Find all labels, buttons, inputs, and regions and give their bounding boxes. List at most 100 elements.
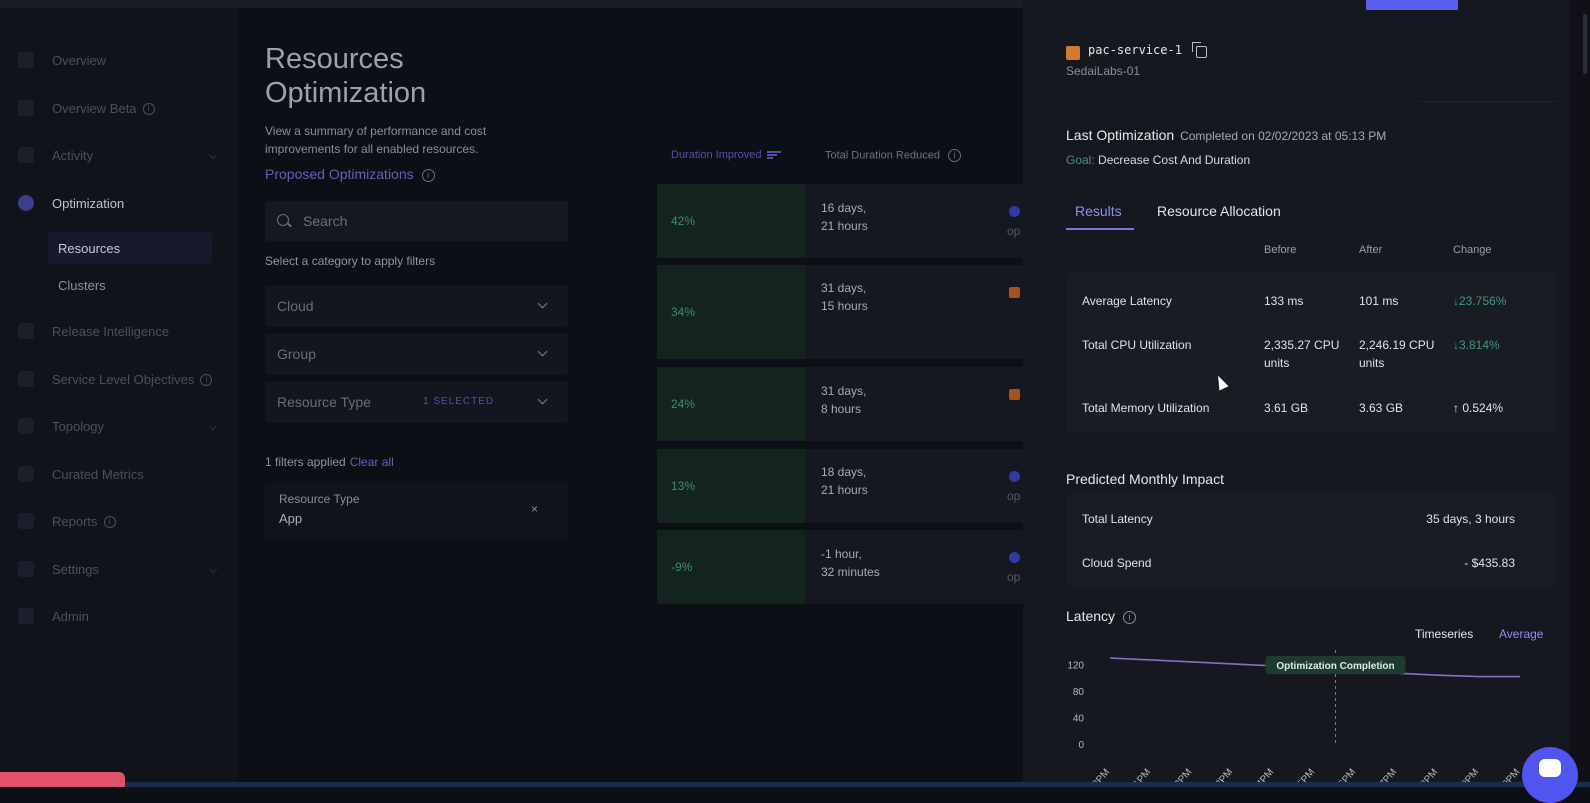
copy-icon[interactable] — [1196, 46, 1207, 58]
table-row[interactable]: 34% 31 days,15 hours — [657, 265, 1027, 359]
info-icon[interactable]: i — [104, 516, 116, 528]
topology-icon — [18, 418, 34, 434]
metric-change: ↓3.814% — [1453, 336, 1500, 354]
sidebar-item-label: Service Level Objectives — [52, 372, 194, 387]
group-filter-select[interactable]: Group — [265, 333, 568, 375]
sidebar-subitem-resources[interactable]: Resources — [48, 232, 212, 264]
sidebar-item-curated-metrics[interactable]: Curated Metrics — [0, 458, 238, 490]
selected-count-badge: 1 SELECTED — [423, 396, 494, 407]
metric-change: ↓23.756% — [1453, 292, 1506, 310]
y-tick-label: 0 — [1078, 740, 1084, 751]
metric-name: Total CPU Utilization — [1082, 336, 1191, 354]
column-header-total-duration-reduced[interactable]: Total Duration Reduced i — [825, 149, 961, 162]
toggle-average[interactable]: Average — [1499, 627, 1543, 641]
duration-line: 21 hours — [821, 219, 868, 233]
resource-type-filter-select[interactable]: Resource Type 1 SELECTED — [265, 381, 568, 423]
admin-icon — [18, 608, 34, 624]
sidebar-item-activity[interactable]: Activity — [0, 139, 238, 171]
status-icon — [1009, 552, 1020, 563]
sidebar-item-release-intelligence[interactable]: Release Intelligence — [0, 315, 238, 347]
overview-beta-icon — [18, 100, 34, 116]
app-service-icon — [1066, 46, 1080, 60]
gear-icon — [18, 561, 34, 577]
sidebar-subitem-clusters[interactable]: Clusters — [48, 269, 212, 301]
reports-icon — [18, 513, 34, 529]
sidebar-item-admin[interactable]: Admin — [0, 600, 238, 632]
header-label: Total Duration Reduced — [825, 149, 940, 161]
sidebar-item-slo[interactable]: Service Level Objectives i — [0, 363, 238, 395]
last-optimization-detail: Completed on 02/02/2023 at 05:13 PM — [1180, 129, 1386, 143]
y-tick-label: 40 — [1073, 714, 1085, 725]
impact-label: Total Latency — [1082, 512, 1153, 526]
sidebar-item-label: Topology — [52, 419, 104, 434]
filter-label: Resource Type — [277, 394, 371, 410]
sidebar-item-optimization[interactable]: Optimization — [0, 187, 238, 219]
sidebar-item-topology[interactable]: Topology — [0, 410, 238, 442]
info-icon[interactable]: i — [422, 169, 435, 182]
table-row[interactable]: 24% 31 days,8 hours — [657, 367, 1027, 441]
table-row[interactable]: 42% 16 days,21 hours op — [657, 184, 1027, 258]
search-icon — [277, 214, 289, 226]
sidebar-item-label: Admin — [52, 609, 89, 624]
chevron-down-icon — [209, 151, 217, 159]
sidebar-item-overview[interactable]: Overview — [0, 44, 238, 76]
search-input[interactable] — [301, 211, 551, 231]
close-icon[interactable]: × — [531, 502, 538, 516]
duration-improved-cell: 34% — [657, 265, 805, 359]
info-icon[interactable]: i — [1123, 611, 1136, 624]
duration-line: 16 days, — [821, 201, 866, 215]
column-header-before: Before — [1264, 244, 1296, 256]
scrollbar-thumb[interactable] — [1583, 14, 1587, 74]
page-description: View a summary of performance and cost i… — [265, 122, 535, 158]
duration-line: 21 hours — [821, 483, 868, 497]
filters-applied: 1 filters applied Clear all — [265, 455, 394, 469]
sidebar-item-reports[interactable]: Reports i — [0, 505, 238, 537]
impact-label: Cloud Spend — [1082, 556, 1151, 570]
info-icon[interactable]: i — [200, 374, 212, 386]
info-icon[interactable]: i — [143, 103, 155, 115]
metric-name: Average Latency — [1082, 292, 1172, 310]
row-op-text: op — [1007, 224, 1020, 238]
latency-chart: 0408012012PM1PM2PM3PM4PM5PM6PM7PM8PM9PM1… — [1060, 650, 1550, 787]
goal: Goal: Decrease Cost And Duration — [1066, 153, 1250, 167]
filter-label: Group — [277, 346, 316, 362]
scrollbar-track[interactable] — [1570, 0, 1590, 787]
column-header-after: After — [1359, 244, 1382, 256]
sidebar-item-label: Reports — [52, 514, 98, 529]
chat-button[interactable] — [1522, 747, 1578, 803]
row-op-text: op — [1007, 489, 1020, 503]
chevron-down-icon — [209, 565, 217, 573]
metric-after: 3.63 GB — [1359, 399, 1403, 417]
search-field[interactable] — [265, 201, 568, 241]
toggle-timeseries[interactable]: Timeseries — [1415, 627, 1473, 641]
sidebar-item-label: Overview — [52, 53, 106, 68]
panel-top-accent — [1366, 0, 1458, 10]
impact-value: - $435.83 — [1464, 556, 1515, 570]
chevron-down-icon — [538, 395, 548, 405]
cloud-filter-select[interactable]: Cloud — [265, 285, 568, 327]
activity-icon — [18, 147, 34, 163]
clear-all-link[interactable]: Clear all — [350, 455, 394, 469]
latency-title: Latency i — [1066, 608, 1136, 624]
proposed-optimizations-link[interactable]: Proposed Optimizationsi — [265, 166, 435, 182]
table-row[interactable]: 13% 18 days,21 hours op — [657, 449, 1027, 523]
filters-applied-text: 1 filters applied — [265, 455, 346, 469]
status-icon — [1009, 206, 1020, 217]
table-row[interactable]: -9% -1 hour,32 minutes op — [657, 530, 1027, 604]
duration-reduced-cell: 18 days,21 hours — [821, 463, 868, 499]
optimization-icon — [18, 195, 34, 211]
tab-results[interactable]: Results — [1075, 203, 1122, 219]
sidebar-item-label: Curated Metrics — [52, 467, 144, 482]
status-icon — [1009, 471, 1020, 482]
goal-label: Goal: — [1066, 153, 1095, 167]
column-header-duration-improved[interactable]: Duration Improved — [671, 149, 781, 161]
sidebar-item-settings[interactable]: Settings — [0, 553, 238, 585]
latency-label: Latency — [1066, 608, 1115, 624]
chip-value: App — [279, 511, 302, 526]
tab-resource-allocation[interactable]: Resource Allocation — [1157, 203, 1281, 219]
info-icon[interactable]: i — [948, 149, 961, 162]
sidebar-item-overview-beta[interactable]: Overview Betai — [0, 92, 238, 124]
duration-reduced-cell: -1 hour,32 minutes — [821, 545, 880, 581]
impact-value: 35 days, 3 hours — [1426, 512, 1515, 526]
y-tick-label: 120 — [1067, 661, 1084, 672]
